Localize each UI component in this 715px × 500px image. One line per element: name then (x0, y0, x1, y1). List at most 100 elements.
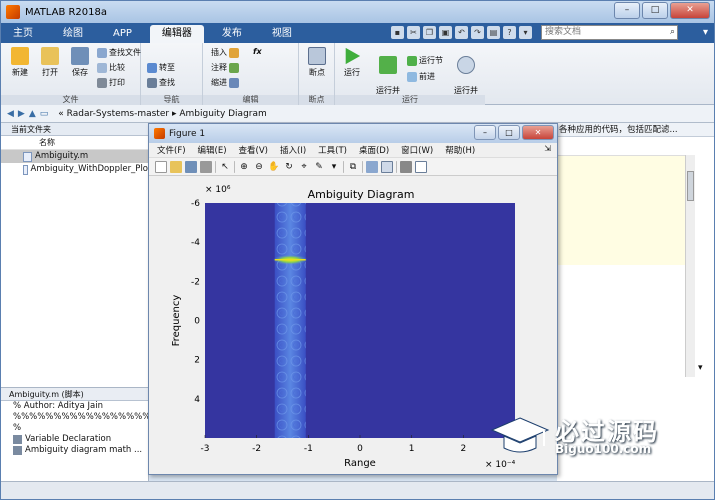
tab-home[interactable]: 主页 (1, 25, 45, 43)
maximize-button[interactable]: □ (642, 2, 668, 19)
tab-plots[interactable]: 绘图 (51, 25, 95, 43)
redo-quick-icon[interactable]: ↷ (471, 26, 484, 39)
indent-button[interactable]: 缩进 (211, 77, 239, 88)
back-icon[interactable]: ◀ (7, 109, 14, 119)
minimize-button[interactable]: – (614, 2, 640, 19)
run-section-button[interactable]: 运行节 (407, 55, 443, 66)
toolbar-separator (362, 160, 363, 173)
toolbar-separator (343, 160, 344, 173)
hide-plot-tools-icon[interactable] (400, 160, 412, 173)
search-icon[interactable]: ⌕ (670, 26, 675, 39)
up-folder-icon[interactable]: ▲ (29, 109, 36, 119)
tab-publish[interactable]: 发布 (210, 25, 254, 43)
collapse-toolstrip-icon[interactable]: ▾ (703, 27, 708, 38)
browse-folder-icon[interactable]: ▭ (40, 109, 49, 119)
advance-button[interactable]: 前进 (407, 71, 435, 82)
section-item[interactable]: Variable Declaration (1, 434, 148, 445)
new-button[interactable]: 新建 (7, 47, 33, 78)
zoom-out-icon[interactable]: ⊖ (253, 161, 265, 173)
print-figure-icon[interactable] (200, 160, 212, 173)
editor-scrollbar[interactable] (685, 155, 695, 377)
menu-tools[interactable]: 工具(T) (318, 144, 347, 156)
figure-minimize-button[interactable]: – (474, 125, 496, 140)
breadcrumb-radar-systems[interactable]: Radar-Systems-master (67, 109, 169, 119)
compare-button[interactable]: 比较 (97, 62, 125, 73)
insert-button[interactable]: 插入 (211, 47, 239, 58)
menu-insert[interactable]: 插入(I) (280, 144, 306, 156)
comment-button[interactable]: 注释 (211, 62, 239, 73)
undo-quick-icon[interactable]: ↶ (455, 26, 468, 39)
file-row[interactable]: Ambiguity_WithDoppler_Plo (1, 163, 148, 176)
breadcrumb[interactable]: « Radar-Systems-master ▸ Ambiguity Diagr… (58, 109, 267, 119)
dropdown-icon[interactable]: ▾ (519, 26, 532, 39)
save-label: 保存 (72, 68, 88, 77)
paste-quick-icon[interactable]: ▣ (439, 26, 452, 39)
watermark-url: Biguo100.com (555, 442, 652, 456)
forward-icon[interactable]: ▶ (18, 109, 25, 119)
show-plot-tools-icon[interactable] (415, 160, 427, 173)
chevron-down-icon[interactable]: ▾ (698, 363, 703, 373)
x-tick-label: 2 (460, 444, 466, 454)
current-folder-header: 当前文件夹 (1, 123, 148, 136)
matlab-logo-icon (154, 128, 165, 139)
link-plot-icon[interactable]: ⧉ (347, 161, 359, 173)
indent-label: 缩进 (211, 78, 227, 87)
name-column-header[interactable]: 名称 (1, 136, 148, 150)
switch-window-icon[interactable]: ▤ (487, 26, 500, 39)
run-button[interactable]: 运行 (339, 47, 365, 78)
figure-maximize-button[interactable]: □ (498, 125, 520, 140)
menu-view[interactable]: 查看(V) (239, 144, 268, 156)
dock-icon[interactable]: ⇲ (544, 144, 551, 153)
save-figure-icon[interactable] (185, 160, 197, 173)
figure-toolbar: ↖ ⊕ ⊖ ✋ ↻ ⌖ ✎ ▾ ⧉ (149, 158, 557, 176)
file-row[interactable]: Ambiguity.m (1, 150, 148, 163)
pan-icon[interactable]: ✋ (268, 161, 280, 173)
copy-quick-icon[interactable]: ❐ (423, 26, 436, 39)
section-item[interactable]: Ambiguity diagram math ... (1, 445, 148, 456)
help-icon[interactable]: ? (503, 26, 516, 39)
data-cursor-icon[interactable]: ⌖ (298, 161, 310, 173)
scrollbar-thumb[interactable] (687, 171, 694, 201)
close-button[interactable]: ✕ (670, 2, 710, 19)
details-line: % Author: Aditya Jain (13, 401, 103, 411)
menu-window[interactable]: 窗口(W) (401, 144, 433, 156)
open-file-icon[interactable] (170, 160, 182, 173)
y-tick-label: -2 (191, 277, 200, 287)
save-quick-icon[interactable]: ▪ (391, 26, 404, 39)
rotate-icon[interactable]: ↻ (283, 161, 295, 173)
colorbar-icon[interactable] (366, 160, 378, 173)
editor-ribbon: 新建 打开 保存 查找文件 比较 打印 文件 转至 查找 导航 插入 fx 注释… (1, 43, 714, 106)
menu-edit[interactable]: 编辑(E) (198, 144, 227, 156)
search-documentation-input[interactable]: 搜索文档 ⌕ (541, 25, 678, 40)
find-files-icon (97, 47, 107, 58)
tab-apps[interactable]: APP (101, 25, 144, 43)
brush-icon[interactable]: ✎ (313, 161, 325, 173)
legend-icon[interactable] (381, 160, 393, 173)
find-button[interactable]: 查找 (147, 77, 175, 88)
edit-plot-icon[interactable]: ↖ (219, 161, 231, 173)
cut-quick-icon[interactable]: ✂ (407, 26, 420, 39)
advance-label: 前进 (419, 72, 435, 81)
code-area[interactable] (557, 155, 685, 265)
fx-button[interactable]: fx (253, 47, 262, 56)
save-button[interactable]: 保存 (67, 47, 93, 78)
new-figure-icon[interactable] (155, 160, 167, 173)
breakpoints-button[interactable]: 断点 (304, 47, 330, 78)
breadcrumb-ambiguity-diagram[interactable]: Ambiguity Diagram (179, 109, 266, 119)
search-placeholder: 搜索文档 (545, 27, 582, 37)
menu-file[interactable]: 文件(F) (157, 144, 186, 156)
window-title: MATLAB R2018a (25, 6, 108, 18)
find-files-button[interactable]: 查找文件 (97, 47, 141, 58)
goto-button[interactable]: 转至 (147, 62, 175, 73)
zoom-in-icon[interactable]: ⊕ (238, 161, 250, 173)
breadcrumb-overflow[interactable]: « (58, 109, 64, 119)
insert-label: 插入 (211, 48, 227, 57)
menu-desktop[interactable]: 桌面(D) (359, 144, 389, 156)
print-button[interactable]: 打印 (97, 77, 125, 88)
figure-close-button[interactable]: ✕ (522, 125, 554, 140)
open-button[interactable]: 打开 (37, 47, 63, 78)
menu-help[interactable]: 帮助(H) (445, 144, 475, 156)
tab-editor[interactable]: 编辑器 (149, 25, 204, 43)
tab-view[interactable]: 视图 (260, 25, 304, 43)
brush-dropdown-icon[interactable]: ▾ (328, 161, 340, 173)
